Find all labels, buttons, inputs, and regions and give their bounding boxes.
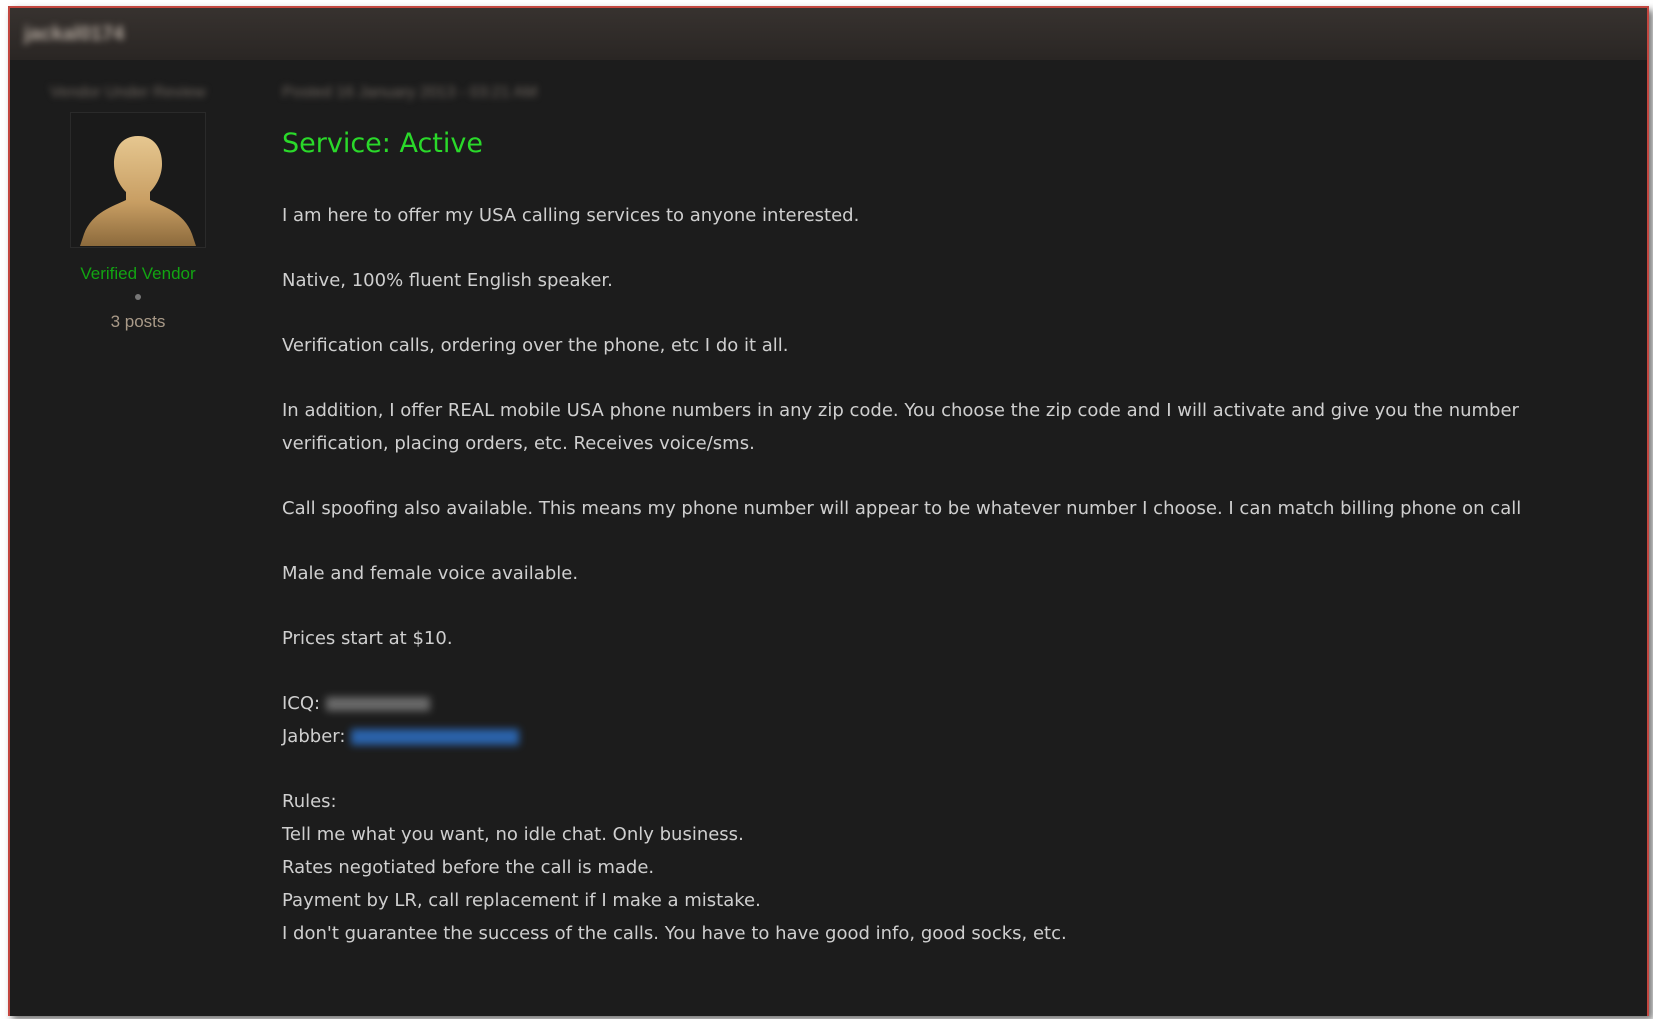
rules-heading: Rules: xyxy=(282,791,337,812)
user-rank: Verified Vendor xyxy=(80,264,196,283)
post-title: Service: Active xyxy=(282,128,483,159)
post-count: 3 posts xyxy=(110,312,166,331)
jabber-label: Jabber: xyxy=(282,726,346,747)
icq-label: ICQ: xyxy=(282,693,321,714)
avatar[interactable] xyxy=(70,112,206,248)
post-paragraph: In addition, I offer REAL mobile USA pho… xyxy=(282,394,1647,460)
post-paragraph: I am here to offer my USA calling servic… xyxy=(282,205,860,226)
rule-item: Tell me what you want, no idle chat. Onl… xyxy=(282,824,744,845)
user-silhouette-icon xyxy=(80,136,196,246)
post-paragraph: Native, 100% fluent English speaker. xyxy=(282,270,613,291)
jabber-link-redacted[interactable] xyxy=(351,729,520,745)
post-body: Service: Active I am here to offer my US… xyxy=(282,126,1647,950)
icq-number-redacted xyxy=(326,697,431,711)
rule-item: Payment by LR, call replacement if I mak… xyxy=(282,890,761,911)
rules-block: Rules: Tell me what you want, no idle ch… xyxy=(282,785,1647,950)
post-header-bar: jackal0174 xyxy=(10,8,1647,60)
post-date-meta: Posted 16 January 2013 - 03:21 AM xyxy=(282,84,538,101)
icq-line: ICQ: xyxy=(282,693,431,714)
forum-post-frame: jackal0174 Vendor Under Review Posted 16… xyxy=(8,6,1649,1016)
jabber-line: Jabber: xyxy=(282,726,520,747)
username-blurred[interactable]: jackal0174 xyxy=(24,23,124,46)
post-line: In addition, I offer REAL mobile USA pho… xyxy=(282,400,1519,421)
post-paragraph: Verification calls, ordering over the ph… xyxy=(282,335,789,356)
post-user-meta: Vendor Under Review xyxy=(50,84,206,101)
rule-item: I don't guarantee the success of the cal… xyxy=(282,923,1067,944)
post-paragraph: Call spoofing also available. This means… xyxy=(282,498,1522,519)
post-paragraph: Prices start at $10. xyxy=(282,628,453,649)
post-paragraph: Male and female voice available. xyxy=(282,563,579,584)
rule-item: Rates negotiated before the call is made… xyxy=(282,857,655,878)
separator-dot xyxy=(135,294,141,300)
post-line: verification, placing orders, etc. Recei… xyxy=(282,433,755,454)
contact-block: ICQ: Jabber: xyxy=(282,687,1647,753)
